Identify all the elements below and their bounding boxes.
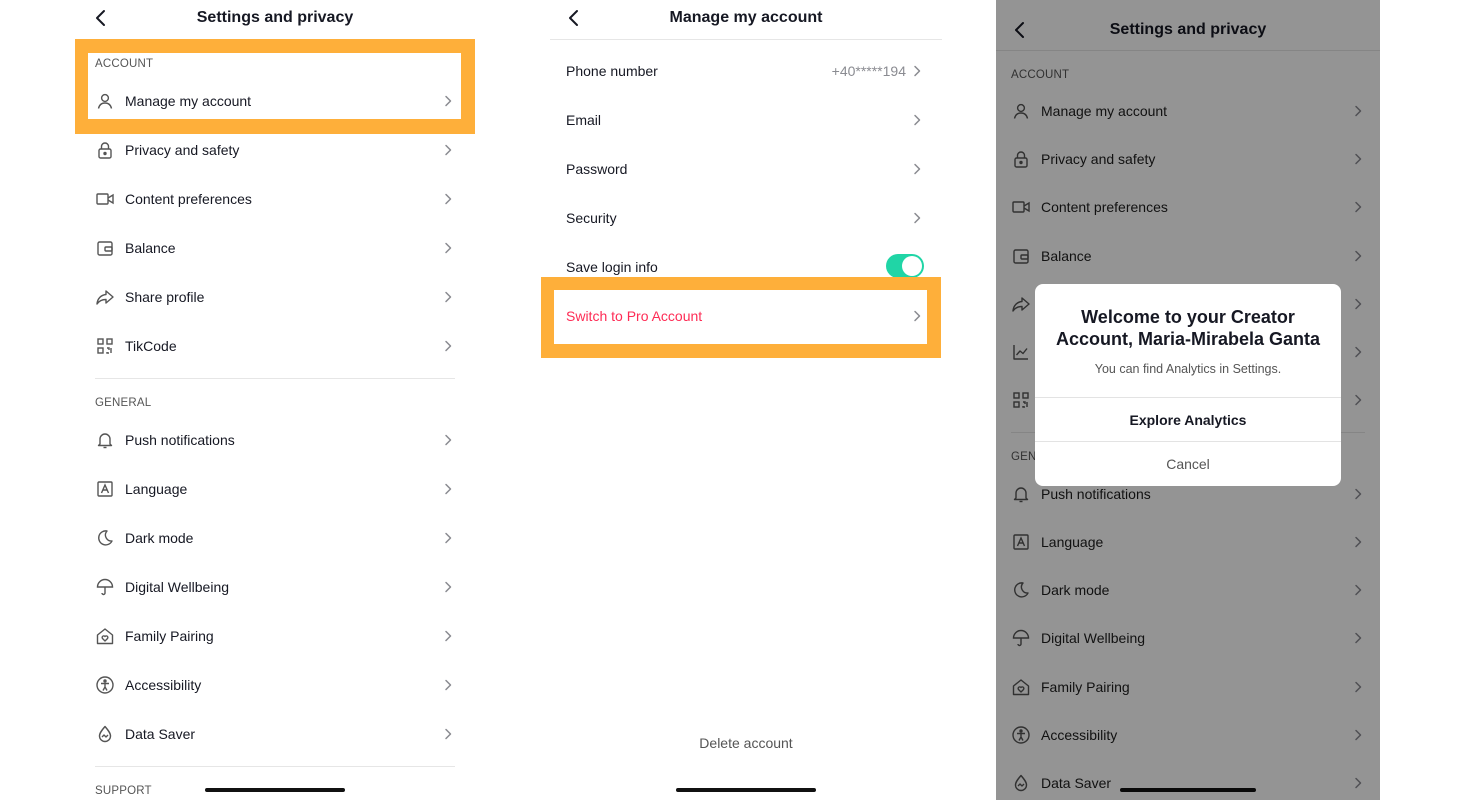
settings-item-family-pairing[interactable]: Family Pairing bbox=[95, 618, 455, 654]
settings-item-manage-account[interactable]: Manage my account bbox=[95, 83, 455, 119]
lock-icon bbox=[95, 140, 115, 160]
chevron-right-icon bbox=[910, 309, 924, 323]
item-label: Push notifications bbox=[125, 432, 235, 448]
delete-account-button[interactable]: Delete account bbox=[550, 735, 942, 751]
video-icon bbox=[95, 189, 115, 209]
phone-number-value: +40*****194 bbox=[831, 63, 906, 79]
item-label: Dark mode bbox=[125, 530, 194, 546]
settings-item-language[interactable]: Language bbox=[95, 471, 455, 507]
toggle-knob bbox=[902, 256, 922, 276]
explore-analytics-button[interactable]: Explore Analytics bbox=[1035, 397, 1341, 442]
qr-code-icon bbox=[95, 336, 115, 356]
bell-icon bbox=[95, 430, 115, 450]
cancel-button[interactable]: Cancel bbox=[1035, 441, 1341, 486]
item-label: Family Pairing bbox=[125, 628, 214, 644]
item-label: Content preferences bbox=[125, 191, 252, 207]
item-label: Data Saver bbox=[125, 726, 196, 742]
item-label: Email bbox=[566, 112, 602, 128]
chevron-right-icon bbox=[441, 433, 455, 447]
header-divider bbox=[550, 39, 942, 40]
section-header-account: ACCOUNT bbox=[95, 58, 154, 70]
chevron-right-icon bbox=[441, 727, 455, 741]
settings-item-dark-mode[interactable]: Dark mode bbox=[95, 520, 455, 556]
settings-item-content-preferences[interactable]: Content preferences bbox=[95, 181, 455, 217]
chevron-right-icon bbox=[441, 290, 455, 304]
settings-item-balance[interactable]: Balance bbox=[95, 230, 455, 266]
dialog-title: Welcome to your Creator Account, Maria-M… bbox=[1055, 307, 1321, 349]
home-indicator[interactable] bbox=[205, 788, 345, 792]
home-indicator[interactable] bbox=[676, 788, 816, 792]
chevron-right-icon bbox=[910, 162, 924, 176]
item-label: Manage my account bbox=[125, 93, 252, 109]
item-label: Accessibility bbox=[125, 677, 202, 693]
settings-item-share-profile[interactable]: Share profile bbox=[95, 279, 455, 315]
item-label: Security bbox=[566, 210, 617, 226]
account-item-phone-number[interactable]: Phone number +40*****194 bbox=[566, 53, 924, 89]
chevron-right-icon bbox=[441, 678, 455, 692]
page-title: Manage my account bbox=[669, 9, 823, 26]
chevron-right-icon bbox=[441, 339, 455, 353]
item-label: Balance bbox=[125, 240, 176, 256]
switch-to-pro-account-button[interactable]: Switch to Pro Account bbox=[566, 298, 924, 334]
item-label: Language bbox=[125, 481, 188, 497]
chevron-right-icon bbox=[441, 94, 455, 108]
item-label: Digital Wellbeing bbox=[125, 579, 230, 595]
save-login-toggle[interactable] bbox=[886, 254, 924, 278]
dialog-subtitle: You can find Analytics in Settings. bbox=[1094, 362, 1282, 376]
item-label: Phone number bbox=[566, 63, 658, 79]
item-label: Share profile bbox=[125, 289, 205, 305]
settings-item-privacy-safety[interactable]: Privacy and safety bbox=[95, 132, 455, 168]
account-item-security[interactable]: Security bbox=[566, 200, 924, 236]
creator-account-dialog: Welcome to your Creator Account, Maria-M… bbox=[1035, 284, 1341, 486]
item-label: Switch to Pro Account bbox=[566, 308, 703, 324]
settings-item-data-saver[interactable]: Data Saver bbox=[95, 716, 455, 752]
language-icon bbox=[95, 479, 115, 499]
item-label: Privacy and safety bbox=[125, 142, 240, 158]
chevron-right-icon bbox=[441, 192, 455, 206]
accessibility-icon bbox=[95, 675, 115, 695]
chevron-right-icon bbox=[910, 64, 924, 78]
chevron-right-icon bbox=[441, 629, 455, 643]
chevron-right-icon bbox=[441, 241, 455, 255]
person-icon bbox=[95, 91, 115, 111]
chevron-right-icon bbox=[441, 482, 455, 496]
chevron-right-icon bbox=[441, 143, 455, 157]
section-header-general: GENERAL bbox=[95, 397, 152, 409]
settings-item-push-notifications[interactable]: Push notifications bbox=[95, 422, 455, 458]
account-item-password[interactable]: Password bbox=[566, 151, 924, 187]
section-divider bbox=[95, 378, 455, 379]
settings-item-tikcode[interactable]: TikCode bbox=[95, 328, 455, 364]
section-header-support: SUPPORT bbox=[95, 785, 152, 797]
droplet-icon bbox=[95, 724, 115, 744]
item-label: Password bbox=[566, 161, 628, 177]
chevron-right-icon bbox=[910, 211, 924, 225]
account-item-email[interactable]: Email bbox=[566, 102, 924, 138]
page-title: Settings and privacy bbox=[196, 9, 354, 26]
home-heart-icon bbox=[95, 626, 115, 646]
moon-icon bbox=[95, 528, 115, 548]
chevron-right-icon bbox=[441, 580, 455, 594]
chevron-right-icon bbox=[441, 531, 455, 545]
chevron-right-icon bbox=[910, 113, 924, 127]
umbrella-icon bbox=[95, 577, 115, 597]
wallet-icon bbox=[95, 238, 115, 258]
section-divider bbox=[95, 766, 455, 767]
settings-item-digital-wellbeing[interactable]: Digital Wellbeing bbox=[95, 569, 455, 605]
share-icon bbox=[95, 287, 115, 307]
settings-item-accessibility[interactable]: Accessibility bbox=[95, 667, 455, 703]
item-label: TikCode bbox=[125, 338, 177, 354]
